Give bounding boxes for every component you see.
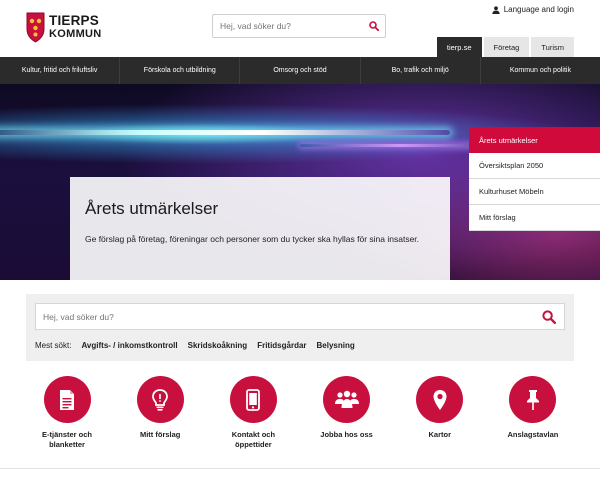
main-nav: Kultur, fritid och friluftsliv Förskola … — [0, 57, 600, 84]
tab-turism[interactable]: Turism — [531, 37, 574, 57]
quick-link-circle — [323, 376, 371, 423]
quick-link-mitt-forslag[interactable]: Mitt förslag — [119, 376, 201, 456]
most-searched-link[interactable]: Fritidsgårdar — [257, 341, 306, 350]
document-icon — [60, 389, 74, 410]
main-search-button[interactable] — [534, 304, 564, 329]
quick-link-circle — [416, 376, 464, 423]
header-search — [212, 14, 386, 38]
nav-item-bo-trafik[interactable]: Bo, trafik och miljö — [361, 57, 481, 84]
quick-link-circle — [43, 376, 91, 423]
people-icon — [334, 390, 359, 408]
most-searched-link[interactable]: Skridskoåkning — [188, 341, 248, 350]
logo-line-1: TIERPS — [49, 13, 99, 29]
hero-side-menu: Årets utmärkelser Översiktsplan 2050 Kul… — [469, 127, 600, 231]
most-searched-link[interactable]: Avgifts- / inkomstkontroll — [81, 341, 177, 350]
search-icon — [369, 21, 379, 31]
logo[interactable]: TIERPS KOMMUN — [26, 11, 102, 43]
search-block: Mest sökt: Avgifts- / inkomstkontroll Sk… — [26, 294, 574, 361]
quick-link-label: E-tjänster och blanketter — [41, 430, 92, 449]
nav-item-kultur[interactable]: Kultur, fritid och friluftsliv — [0, 57, 121, 84]
logo-text: TIERPS KOMMUN — [49, 14, 102, 40]
logo-line-2: KOMMUN — [49, 27, 102, 40]
quick-link-circle — [136, 376, 184, 423]
most-searched-link[interactable]: Belysning — [317, 341, 355, 350]
quick-links: E-tjänster och blanketter Mitt förslag K… — [26, 376, 574, 456]
hero-banner: Årets utmärkelser Ge förslag på företag,… — [0, 84, 600, 280]
main-search — [35, 303, 565, 330]
nav-item-omsorg[interactable]: Omsorg och stöd — [240, 57, 361, 84]
quick-link-label: Anslagstavlan — [507, 430, 559, 439]
search-icon — [542, 309, 556, 324]
quick-link-circle — [509, 376, 557, 423]
language-login-link[interactable]: Language and login — [492, 5, 574, 14]
main-search-input[interactable] — [36, 304, 534, 329]
most-searched-label: Mest sökt: — [35, 341, 72, 350]
language-login-label: Language and login — [503, 5, 574, 14]
site-tabs: tierp.se Företag Turism — [436, 37, 574, 57]
most-searched: Mest sökt: Avgifts- / inkomstkontroll Sk… — [35, 341, 355, 350]
quick-link-circle — [229, 376, 277, 423]
quick-link-anslagstavlan[interactable]: Anslagstavlan — [492, 376, 574, 456]
phone-icon — [246, 388, 261, 411]
nav-item-kommun[interactable]: Kommun och politik — [481, 57, 600, 84]
pushpin-icon — [526, 389, 539, 410]
quick-link-jobba[interactable]: Jobba hos oss — [306, 376, 388, 456]
page: TIERPS KOMMUN Language and login tierp.s… — [0, 0, 600, 480]
side-item-arets-utmarkelser[interactable]: Årets utmärkelser — [469, 127, 600, 153]
side-item-oversiktsplan[interactable]: Översiktsplan 2050 — [469, 153, 600, 179]
hero-light-beam — [0, 130, 450, 135]
hero-title: Årets utmärkelser — [85, 199, 219, 218]
footer-divider — [0, 468, 600, 469]
hero-text: Ge förslag på företag, föreningar och pe… — [85, 234, 420, 244]
quick-link-kartor[interactable]: Kartor — [399, 376, 481, 456]
coat-of-arms-icon — [26, 12, 45, 43]
header-search-button[interactable] — [363, 15, 385, 37]
quick-link-label: Kontakt och öppettider — [231, 430, 276, 449]
user-icon — [492, 5, 500, 14]
hero-card[interactable]: Årets utmärkelser Ge förslag på företag,… — [70, 177, 450, 280]
quick-link-label: Kartor — [428, 430, 451, 439]
tab-foretag[interactable]: Företag — [483, 37, 530, 57]
map-pin-icon — [433, 389, 447, 410]
quick-link-e-tjanster[interactable]: E-tjänster och blanketter — [26, 376, 108, 456]
nav-item-forskola[interactable]: Förskola och utbildning — [120, 57, 241, 84]
quick-link-kontakt[interactable]: Kontakt och öppettider — [212, 376, 294, 456]
side-item-mitt-forslag[interactable]: Mitt förslag — [469, 205, 600, 231]
side-item-kulturhuset[interactable]: Kulturhuset Möbeln — [469, 179, 600, 205]
site-header: TIERPS KOMMUN Language and login tierp.s… — [0, 0, 600, 57]
header-search-input[interactable] — [213, 15, 363, 37]
quick-link-label: Jobba hos oss — [320, 430, 373, 439]
quick-link-label: Mitt förslag — [139, 430, 181, 439]
lightbulb-icon — [152, 388, 169, 411]
tab-tierp[interactable]: tierp.se — [436, 37, 482, 57]
